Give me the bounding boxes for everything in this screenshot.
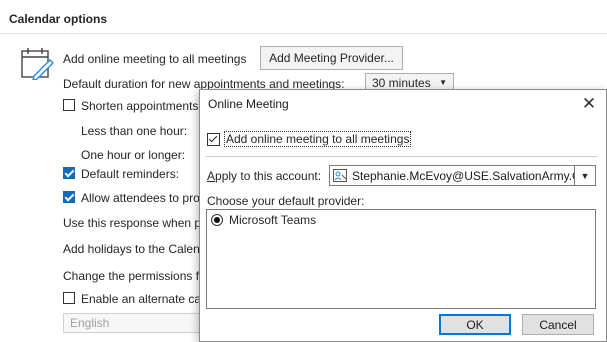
divider [0,33,607,34]
apply-account-label-rest: pply to this account: [215,169,322,183]
add-meeting-provider-button[interactable]: Add Meeting Provider... [260,46,403,70]
chevron-down-icon[interactable]: ▼ [574,166,595,185]
add-holidays-label: Add holidays to the Calen [63,242,200,256]
account-icon [333,169,347,182]
shorten-appointments-label: Shorten appointments [81,99,199,113]
use-response-label: Use this response when pr [63,216,206,230]
ok-button[interactable]: OK [439,314,511,335]
allow-attendees-label: Allow attendees to pro [81,191,200,205]
dialog-add-online-meeting-label[interactable]: Add online meeting to all meetings [224,131,412,147]
dialog-title: Online Meeting [208,97,289,111]
default-provider-label: Choose your default provider: [207,194,365,208]
default-reminders-label: Default reminders: [81,167,180,181]
apply-account-label: Apply to this account: [207,169,322,183]
default-reminders-checkbox[interactable] [63,167,75,179]
one-hour-label: One hour or longer: [81,148,186,162]
close-icon[interactable]: ✕ [578,94,600,114]
language-dropdown[interactable]: English [63,313,203,333]
account-combobox[interactable]: Stephanie.McEvoy@USE.SalvationArmy.Org ▼ [329,165,596,186]
online-meeting-dialog: Online Meeting ✕ Add online meeting to a… [199,89,607,342]
cancel-button[interactable]: Cancel [522,314,594,335]
chevron-down-icon: ▼ [439,78,447,87]
language-value: English [70,316,110,330]
section-title: Calendar options [9,12,108,26]
provider-list[interactable]: Microsoft Teams [206,209,596,309]
dialog-divider [206,156,598,157]
calendar-pencil-icon [21,48,54,80]
provider-radio-teams[interactable] [211,214,223,226]
account-value: Stephanie.McEvoy@USE.SalvationArmy.Org [352,169,593,183]
alternate-calendar-label: Enable an alternate cal [81,292,204,306]
default-duration-value: 30 minutes [372,76,431,90]
dialog-add-online-meeting-checkbox[interactable] [207,133,220,146]
provider-item-teams[interactable]: Microsoft Teams [229,213,316,227]
less-than-hour-label: Less than one hour: [81,124,188,138]
alternate-calendar-checkbox[interactable] [63,292,75,304]
add-online-meeting-label: Add online meeting to all meetings [63,52,247,66]
shorten-appointments-checkbox[interactable] [63,99,75,111]
allow-attendees-checkbox[interactable] [63,191,75,203]
change-permissions-label: Change the permissions fo [63,269,206,283]
